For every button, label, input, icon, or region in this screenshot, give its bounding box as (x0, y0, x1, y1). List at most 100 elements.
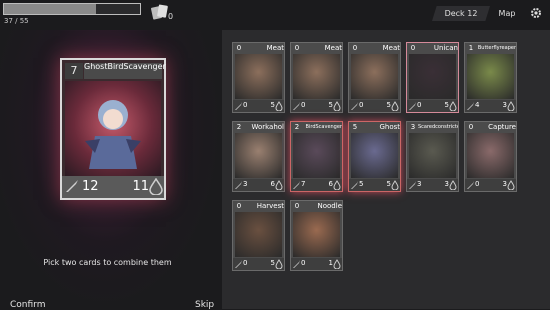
card-attack: 0 (359, 101, 364, 109)
card-art (467, 133, 514, 178)
card-name: Ghost (379, 123, 400, 131)
card-stats: 55 (349, 179, 400, 191)
card-art (293, 54, 340, 99)
sword-icon (467, 181, 474, 189)
gear-icon[interactable] (530, 7, 542, 19)
instruction-text: Pick two cards to combine them (43, 258, 172, 267)
card-cost: 0 (236, 44, 242, 52)
card-cost: 0 (410, 44, 416, 52)
card-attack: 4 (475, 101, 480, 109)
card-cost: 0 (236, 202, 242, 210)
card-attack: 0 (243, 259, 248, 267)
sword-icon (235, 102, 242, 110)
card-cost: 0 (352, 44, 358, 52)
sword-icon (409, 102, 416, 110)
card[interactable]: 2 BirdScavenger 7 6 (290, 121, 343, 192)
blood-drop-icon (333, 259, 341, 269)
card-stats: 43 (465, 100, 516, 112)
merge-screen: 37 / 55 0 Deck 12 Map 7 GhostBirdScaveng… (0, 0, 550, 310)
merged-card-preview: 7 GhostBirdScavenger 12 11 (60, 58, 166, 200)
blood-drop-icon (275, 101, 283, 111)
card-name: Butterflyreaper (477, 45, 516, 51)
health-bar (3, 3, 141, 15)
card-art (409, 54, 456, 99)
card-name: Meat (324, 44, 342, 52)
map-button[interactable]: Map (492, 6, 522, 21)
card-cost: 1 (468, 44, 474, 52)
card-art (235, 212, 282, 257)
card-name: Meat (382, 44, 400, 52)
health-bar-fill (4, 4, 96, 14)
card-cost: 0 (468, 123, 474, 131)
card[interactable]: 1 Butterflyreaper 4 3 (464, 42, 517, 113)
character-art-icon (85, 100, 141, 169)
card-attack: 12 (82, 179, 99, 194)
deck-button[interactable]: Deck 12 (432, 6, 490, 21)
card[interactable]: 0 Harvest 0 5 (232, 200, 285, 271)
blood-drop-icon (449, 180, 457, 190)
card-stats: 01 (291, 258, 342, 270)
blood-drop-icon (333, 180, 341, 190)
card-attack: 3 (243, 180, 248, 188)
card-name: BirdScavenger (305, 124, 342, 130)
card-cost: 0 (294, 44, 300, 52)
card-art (293, 133, 340, 178)
card-stats: 12 11 (62, 176, 164, 198)
card-stats: 05 (291, 100, 342, 112)
sword-icon (409, 181, 416, 189)
card-art (65, 81, 161, 176)
blood-drop-icon (507, 180, 515, 190)
blood-drop-icon (507, 101, 515, 111)
card-stats: 05 (407, 100, 458, 112)
card-art (467, 54, 514, 99)
card-art (351, 54, 398, 99)
card-art (293, 212, 340, 257)
card-attack: 5 (359, 180, 364, 188)
sword-icon (293, 181, 300, 189)
card-name: Meat (266, 44, 284, 52)
card-stats: 36 (233, 179, 284, 191)
card-cost: 3 (410, 123, 416, 131)
card[interactable]: 3 Scaredconstricter 3 3 (406, 121, 459, 192)
card[interactable]: 2 Workahol 3 6 (232, 121, 285, 192)
card-stats: 03 (465, 179, 516, 191)
card-stats: 76 (291, 179, 342, 191)
card-attack: 0 (417, 101, 422, 109)
card[interactable]: 0 Meat 0 5 (232, 42, 285, 113)
card-stats: 05 (349, 100, 400, 112)
card[interactable]: 0 Noodle 0 1 (290, 200, 343, 271)
card[interactable]: 0 Meat 0 5 (348, 42, 401, 113)
card-cost: 2 (236, 123, 242, 131)
preview-panel: 7 GhostBirdScavenger 12 11 Pick two card… (0, 30, 222, 310)
sword-icon (467, 102, 474, 110)
card-stats: 05 (233, 100, 284, 112)
card-attack: 0 (301, 101, 306, 109)
card-attack: 0 (243, 101, 248, 109)
card-name: Noodle (317, 202, 343, 210)
card-cost: 2 (294, 123, 300, 131)
health-text: 37 / 55 (4, 17, 29, 25)
blood-drop-icon (391, 101, 399, 111)
card-stats: 33 (407, 179, 458, 191)
blood-drop-icon (449, 101, 457, 111)
card[interactable]: 0 Meat 0 5 (290, 42, 343, 113)
card-cost: 0 (294, 202, 300, 210)
card-art (409, 133, 456, 178)
blood-drop-icon (149, 178, 163, 195)
card[interactable]: 0 Capture 0 3 (464, 121, 517, 192)
blood-drop-icon (333, 101, 341, 111)
card-art (235, 133, 282, 178)
card-attack: 0 (475, 180, 480, 188)
card-cost: 5 (352, 123, 358, 131)
card-health: 11 (132, 179, 149, 194)
cards-icon (151, 4, 168, 20)
sword-icon (235, 181, 242, 189)
card-cost: 7 (65, 63, 83, 79)
sword-icon (293, 102, 300, 110)
card[interactable]: 0 Unican 0 5 (406, 42, 459, 113)
card-name: Workahol (251, 123, 284, 131)
sword-icon (351, 102, 358, 110)
card-art (351, 133, 398, 178)
card-attack: 7 (301, 180, 306, 188)
card[interactable]: 5 Ghost 5 5 (348, 121, 401, 192)
